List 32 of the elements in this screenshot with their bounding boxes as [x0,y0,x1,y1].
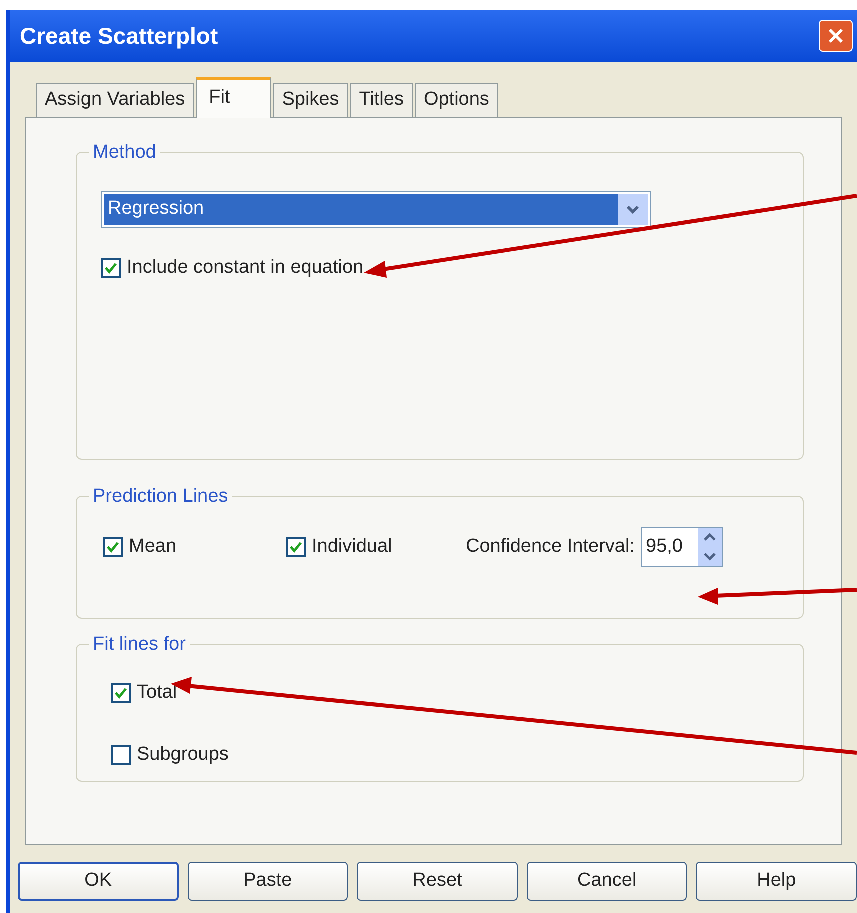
confidence-interval-spinner[interactable]: 95,0 [641,527,723,567]
checkbox-label: Include constant in equation [127,256,364,280]
checkbox-label: Subgroups [137,742,229,766]
dialog-button[interactable]: Reset [357,862,518,901]
checkbox-label: Individual [312,534,392,559]
checkmark-icon [106,540,120,554]
close-button[interactable] [819,20,853,52]
checkbox-label: Total [137,681,178,705]
confidence-interval-label: Confidence Interval: [466,534,635,559]
checkmark-icon [104,261,118,276]
spinner-value: 95,0 [646,534,684,559]
checkmark-icon [289,540,303,554]
tab[interactable]: Options [414,83,498,117]
close-icon [827,27,845,45]
dialog-button[interactable]: OK [18,862,179,901]
checkbox[interactable] [111,683,131,704]
checkbox-label: Mean [129,534,177,559]
dialog-button[interactable]: Paste [188,862,348,901]
tab[interactable]: Fit [196,77,272,118]
checkmark-icon [114,686,128,700]
dialog-button[interactable]: Help [696,862,857,901]
tab[interactable]: Assign Variables [36,83,194,117]
checkbox[interactable] [101,258,121,278]
checkbox[interactable] [103,537,123,557]
checkbox[interactable] [111,744,131,765]
dialog-button[interactable]: Cancel [526,862,688,901]
window-title: Create Scatterplot [20,22,218,51]
dropdown-value: Regression [104,194,618,225]
method-dropdown[interactable]: Regression [101,191,651,228]
checkbox[interactable] [286,537,306,557]
tab[interactable]: Spikes [273,83,348,117]
tab[interactable]: Titles [350,83,413,117]
